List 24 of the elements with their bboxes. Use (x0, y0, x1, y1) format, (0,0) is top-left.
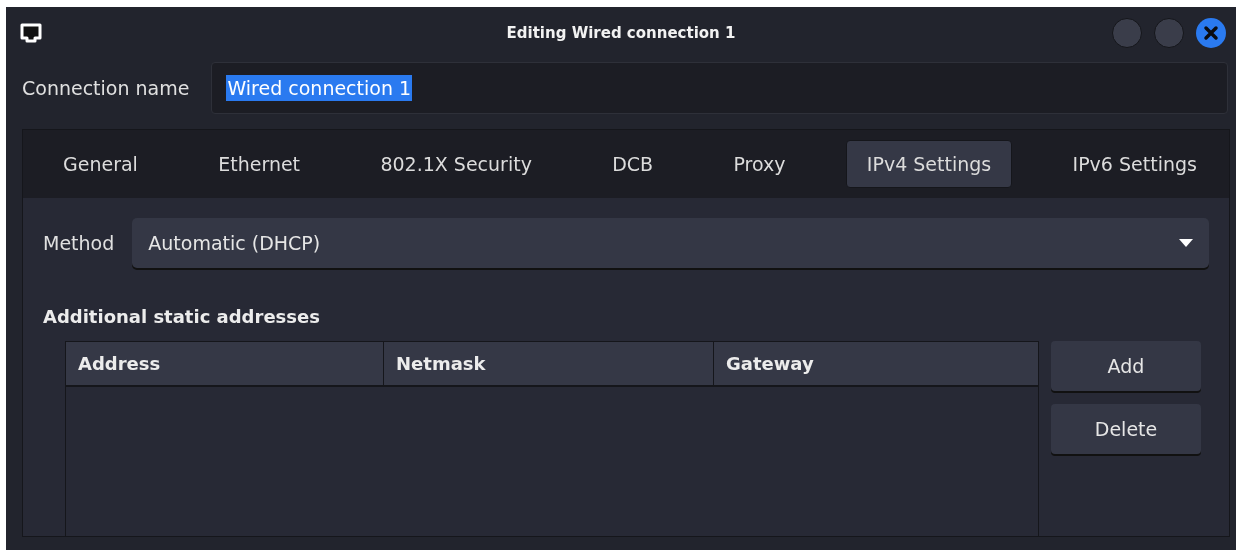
caret-icon (1179, 239, 1193, 247)
column-header[interactable]: Gateway (714, 342, 1038, 385)
tab[interactable]: 802.1X Security (360, 141, 552, 187)
connection-name-field[interactable]: Wired connection 1 (211, 62, 1228, 114)
column-header[interactable]: Netmask (384, 342, 714, 385)
minimize-button[interactable] (1112, 18, 1142, 48)
maximize-button[interactable] (1154, 18, 1184, 48)
tab[interactable]: DCB (592, 141, 674, 187)
tab[interactable]: Proxy (713, 141, 806, 187)
section-heading: Additional static addresses (43, 306, 321, 327)
tab[interactable]: IPv6 Settings (1052, 141, 1217, 187)
table-action-button[interactable]: Delete (1051, 404, 1201, 454)
tab[interactable]: General (43, 141, 158, 187)
method-dropdown[interactable]: Automatic (DHCP) (132, 218, 1209, 268)
window-title: Editing Wired connection 1 (506, 24, 736, 42)
table-action-button[interactable]: Add (1051, 341, 1201, 391)
column-header[interactable]: Address (66, 342, 384, 385)
method-label: Method (43, 232, 115, 254)
field-value: Wired connection 1 (226, 75, 413, 101)
tab[interactable]: IPv4 Settings (845, 140, 1013, 188)
connection-name-label: Connection name (22, 77, 190, 99)
tab[interactable]: Ethernet (198, 141, 321, 187)
network-port-icon (20, 23, 42, 43)
close-button[interactable] (1196, 18, 1226, 48)
